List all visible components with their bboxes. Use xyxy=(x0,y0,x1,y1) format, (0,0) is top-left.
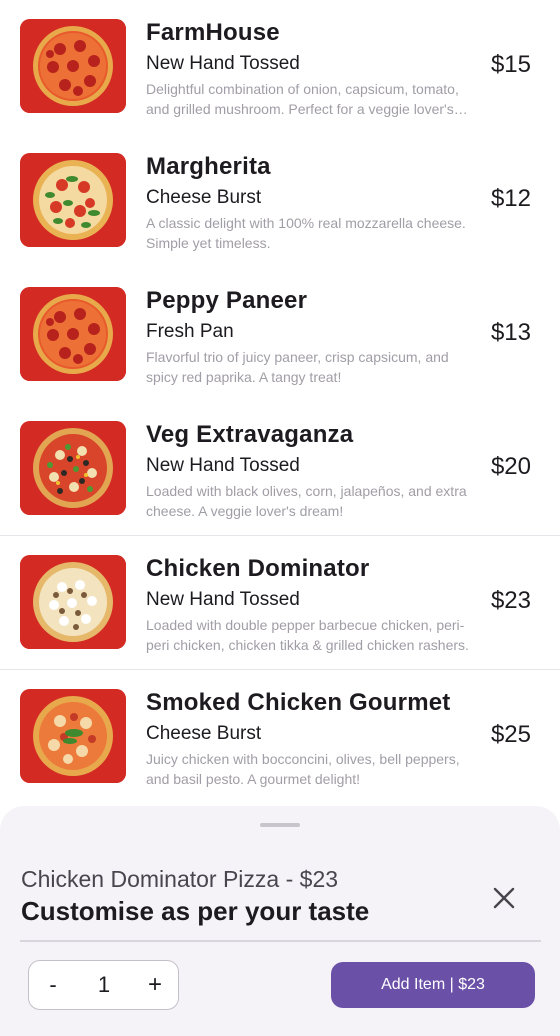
basil-tomato-pizza-image xyxy=(20,153,126,247)
decrease-quantity-button[interactable]: - xyxy=(39,961,67,1009)
pizza-description: A classic delight with 100% real mozzare… xyxy=(146,215,466,251)
pizza-description: Loaded with black olives, corn, jalapeño… xyxy=(146,483,467,519)
pizza-price: $12 xyxy=(490,185,531,212)
quantity-stepper: - 1 + xyxy=(28,960,179,1010)
pizza-description: Juicy chicken with bocconcini, olives, b… xyxy=(146,751,460,787)
pizza-list-item[interactable]: FarmHouse New Hand Tossed Delightful com… xyxy=(0,0,560,134)
pepperoni-pizza-image xyxy=(20,19,126,113)
cheese-mushroom-pizza-image xyxy=(20,555,126,649)
pizza-crust: Fresh Pan xyxy=(146,321,234,342)
pizza-description: Loaded with double pepper barbecue chick… xyxy=(146,617,469,653)
increase-quantity-button[interactable]: + xyxy=(141,961,169,1009)
pizza-price: $20 xyxy=(490,453,531,480)
pizza-list-item[interactable]: Peppy Paneer Fresh Pan Flavorful trio of… xyxy=(0,268,560,402)
pizza-name: Veg Extravaganza xyxy=(146,421,354,448)
pizza-crust: New Hand Tossed xyxy=(146,53,300,74)
quantity-value: 1 xyxy=(97,972,111,997)
pizza-crust: New Hand Tossed xyxy=(146,455,300,476)
add-item-button[interactable]: Add Item | $23 xyxy=(331,962,535,1008)
pizza-crust: Cheese Burst xyxy=(146,723,262,744)
pizza-price: $13 xyxy=(490,319,531,346)
pizza-crust: New Hand Tossed xyxy=(146,589,300,610)
veggie-pizza-image xyxy=(20,421,126,515)
customise-bottom-sheet: Chicken Dominator Pizza - $23 Customise … xyxy=(0,806,560,1036)
pizza-price: $23 xyxy=(490,587,531,614)
pizza-name: Margherita xyxy=(146,153,271,180)
pizza-name: Smoked Chicken Gourmet xyxy=(146,689,451,716)
pizza-list-item[interactable]: Veg Extravaganza New Hand Tossed Loaded … xyxy=(0,402,560,536)
close-icon xyxy=(493,887,515,909)
sheet-title: Customise as per your taste xyxy=(21,896,370,926)
pizza-name: Chicken Dominator xyxy=(146,555,370,582)
pizza-list-item[interactable]: Chicken Dominator New Hand Tossed Loaded… xyxy=(0,536,560,670)
pizza-name: FarmHouse xyxy=(146,19,280,46)
pizza-price: $25 xyxy=(490,721,531,748)
pizza-description: Flavorful trio of juicy paneer, crisp ca… xyxy=(146,349,449,385)
pizza-name: Peppy Paneer xyxy=(146,287,308,314)
pizza-menu-list: FarmHouse New Hand Tossed Delightful com… xyxy=(0,0,560,806)
pizza-description: Delightful combination of onion, capsicu… xyxy=(146,81,459,117)
pizza-crust: Cheese Burst xyxy=(146,187,262,208)
drag-handle[interactable] xyxy=(260,823,300,827)
pizza-list-item[interactable]: Margherita Cheese Burst A classic deligh… xyxy=(0,134,560,268)
gourmet-pizza-image xyxy=(20,689,126,783)
pizza-list-item[interactable]: Smoked Chicken Gourmet Cheese Burst Juic… xyxy=(0,670,560,804)
sheet-divider xyxy=(20,940,541,942)
close-button[interactable] xyxy=(486,880,522,916)
pepperoni-pizza-image xyxy=(20,287,126,381)
sheet-subtitle: Chicken Dominator Pizza - $23 xyxy=(21,866,339,892)
pizza-price: $15 xyxy=(490,51,531,78)
